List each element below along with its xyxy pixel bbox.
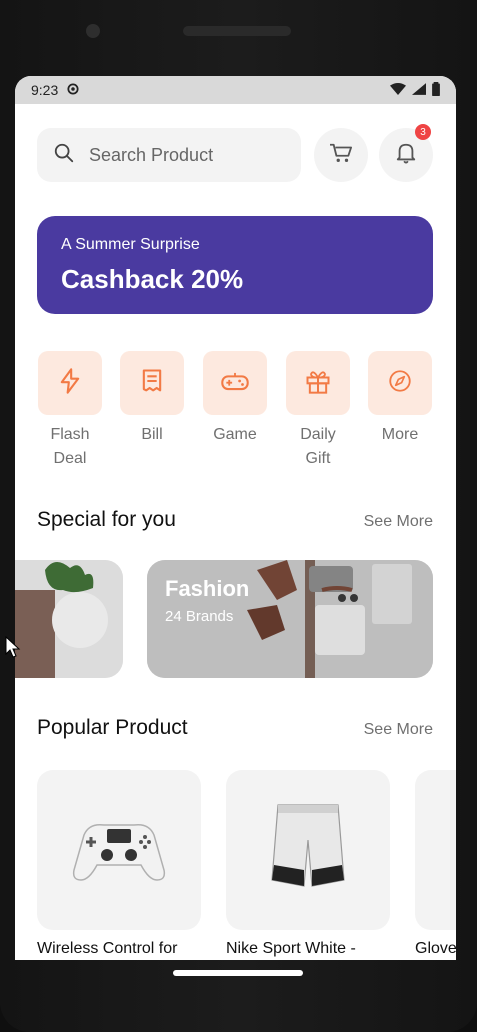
category-label: More: [381, 426, 419, 443]
banner-subtitle: A Summer Surprise: [61, 236, 200, 253]
special-card-image: [15, 560, 123, 678]
product-card[interactable]: Wireless Control for: [37, 770, 201, 958]
special-card[interactable]: [15, 560, 123, 678]
category-tile: [120, 351, 184, 415]
bell-icon: [395, 141, 417, 170]
special-card-title: Fashion: [165, 576, 250, 601]
search-bar[interactable]: [37, 128, 301, 182]
status-right: [390, 81, 440, 99]
gift-icon: [304, 367, 332, 400]
special-section-title: Special for you: [37, 508, 176, 531]
flash-icon: [56, 367, 84, 400]
product-image: [226, 770, 390, 930]
categories-row: Flash Deal Bill Game Daily Gift More: [37, 351, 433, 471]
category-tile: [286, 351, 350, 415]
search-icon: [53, 142, 75, 169]
category-tile: [203, 351, 267, 415]
product-card[interactable]: Glove: [415, 770, 456, 958]
camera: [86, 24, 100, 38]
controller-image: [72, 823, 166, 881]
home-indicator[interactable]: [173, 970, 303, 976]
status-time: 9:23: [31, 82, 59, 98]
products-row: Wireless Control for Nike Sport White - …: [15, 770, 456, 960]
category-label: Flash Deal: [50, 426, 90, 467]
category-label: Game: [213, 426, 257, 443]
special-section-header: Special for you See More: [37, 508, 433, 532]
cart-button[interactable]: [314, 128, 368, 182]
category-tile: [368, 351, 432, 415]
cart-icon: [328, 142, 354, 169]
special-card-subtitle: 24 Brands: [165, 608, 234, 625]
battery-icon: [432, 81, 440, 99]
search-input[interactable]: [87, 143, 291, 167]
promo-banner[interactable]: A Summer Surprise Cashback 20%: [37, 216, 433, 314]
product-name: Nike Sport White -: [226, 940, 356, 957]
category-game[interactable]: Game: [202, 351, 268, 447]
special-see-more-link[interactable]: See More: [364, 513, 433, 531]
wifi-icon: [390, 82, 406, 98]
product-name: Wireless Control for: [37, 940, 178, 957]
banner-title: Cashback 20%: [61, 264, 244, 294]
shorts-image: [271, 804, 345, 887]
fashion-card-text: Fashion 24 Brands: [165, 576, 249, 625]
category-bill[interactable]: Bill: [119, 351, 185, 447]
popular-see-more-link[interactable]: See More: [364, 721, 433, 739]
mouse-cursor-icon: [5, 635, 21, 663]
special-card-fashion[interactable]: Fashion 24 Brands: [147, 560, 433, 678]
notification-button[interactable]: 3: [379, 124, 433, 182]
category-more[interactable]: More: [367, 351, 433, 447]
category-label: Bill: [141, 426, 163, 443]
bill-icon: [138, 367, 166, 400]
product-card[interactable]: Nike Sport White -: [226, 770, 390, 958]
product-name: Glove: [415, 940, 456, 957]
notification-badge: 3: [415, 124, 431, 140]
status-left: 9:23: [31, 82, 80, 99]
explore-icon: [387, 368, 413, 399]
gear-icon: [66, 82, 80, 99]
header-row: 3: [37, 124, 433, 182]
category-label: Daily Gift: [300, 426, 336, 467]
product-image: [37, 770, 201, 930]
category-tile: [38, 351, 102, 415]
game-controller-icon: [220, 367, 250, 400]
status-bar: 9:23: [15, 76, 456, 104]
product-image: [415, 770, 456, 930]
phone-frame: 9:23 Search Product 3 A Summer Surprise …: [0, 0, 477, 1032]
popular-section-header: Popular Product See More: [37, 716, 433, 740]
signal-icon: [412, 82, 426, 98]
app-screen: 9:23 Search Product 3 A Summer Surprise …: [15, 76, 456, 960]
category-flash-deal[interactable]: Flash Deal: [37, 351, 103, 471]
special-cards-row: Fashion 24 Brands: [15, 560, 456, 678]
speaker: [183, 26, 291, 36]
popular-section-title: Popular Product: [37, 716, 188, 739]
category-daily-gift[interactable]: Daily Gift: [285, 351, 351, 471]
